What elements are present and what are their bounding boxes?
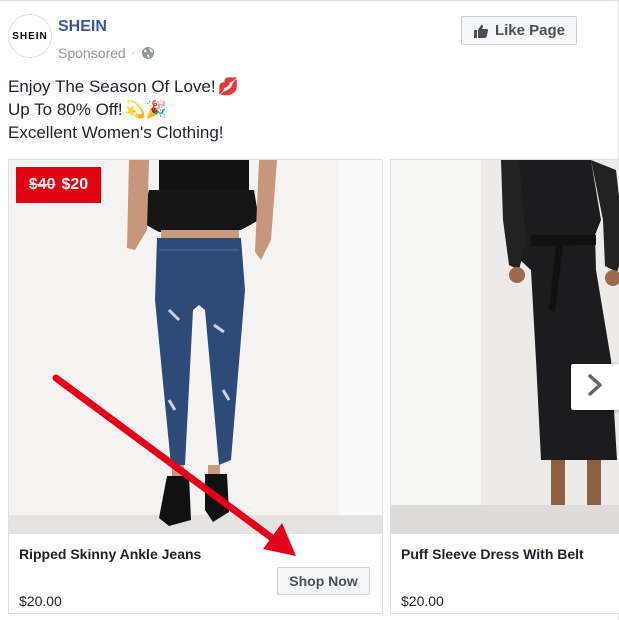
- globe-icon[interactable]: [141, 46, 155, 60]
- post-line-1: Enjoy The Season Of Love! 💋: [8, 77, 239, 96]
- feed-border-top: [0, 0, 619, 1]
- product-image-jeans[interactable]: $40 $20: [9, 160, 382, 534]
- kiss-emoji-icon: 💋: [217, 77, 239, 96]
- product-image-dress[interactable]: [391, 160, 619, 534]
- party-emoji-icon: 💫🎉: [124, 100, 168, 119]
- sponsored-row: Sponsored ·: [58, 44, 155, 62]
- card-title[interactable]: Puff Sleeve Dress With Belt: [401, 546, 584, 562]
- like-page-label: Like Page: [494, 22, 566, 39]
- like-page-button[interactable]: Like Page: [461, 16, 577, 45]
- logo-text: SHEIN: [12, 30, 48, 42]
- carousel-next-button[interactable]: [571, 364, 619, 410]
- new-price: $20: [61, 176, 89, 193]
- page-name-link[interactable]: SHEIN: [58, 18, 107, 36]
- old-price: $40: [28, 176, 56, 193]
- separator-dot: ·: [131, 47, 136, 59]
- post-line-3: Excellent Women's Clothing!: [8, 123, 224, 142]
- discount-badge: $40 $20: [16, 167, 101, 203]
- carousel-card-1[interactable]: $40 $20 Ripped Skinny Ankle Jeans Shop N…: [8, 159, 383, 614]
- post-line-2: Up To 80% Off! 💫🎉: [8, 100, 168, 119]
- card-price: $20.00: [19, 593, 62, 609]
- card-title[interactable]: Ripped Skinny Ankle Jeans: [19, 546, 201, 562]
- advertiser-logo[interactable]: SHEIN: [8, 14, 52, 58]
- shop-now-button[interactable]: Shop Now: [277, 567, 370, 595]
- chevron-right-icon: [586, 373, 604, 401]
- sponsored-label[interactable]: Sponsored: [58, 45, 126, 61]
- post-text: Enjoy The Season Of Love! 💋 Up To 80% Off…: [8, 75, 239, 144]
- card-price: $20.00: [401, 593, 444, 609]
- thumbs-up-icon: [473, 23, 489, 39]
